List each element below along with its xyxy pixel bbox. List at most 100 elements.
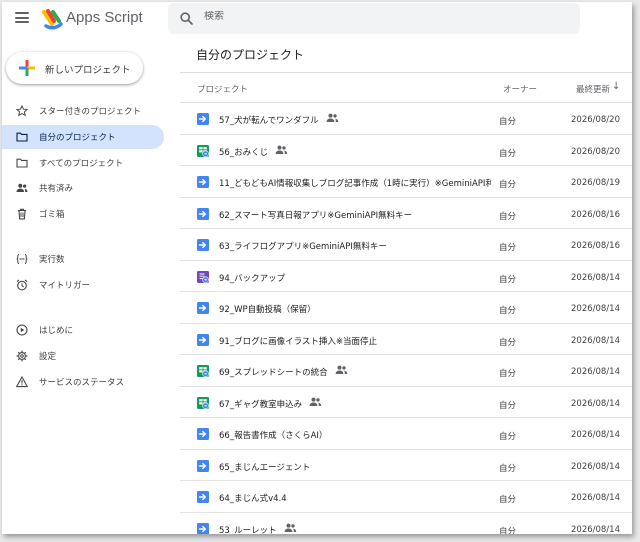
app-title[interactable]: Apps Script [66,9,143,26]
sidebar-item-shared[interactable]: 共有済み [2,176,164,200]
project-owner: 自分 [499,180,517,190]
sidebar-item-label: ゴミ箱 [39,210,65,220]
sidebar-item-label: 共有済み [39,184,74,194]
sidebar-item-label: スター付きのプロジェクト [39,107,142,117]
script-project-icon [197,333,209,346]
project-owner: 自分 [499,274,517,285]
sidebar-item-settings[interactable]: 設定 [2,344,164,368]
table-row[interactable]: 53_ルーレット 自分 2026/08/14 [180,513,632,535]
sidebar-item-executions[interactable]: 実行数 [2,247,164,271]
search-icon[interactable] [180,12,193,25]
table-row[interactable]: 57_犬が転んでワンダフル 自分 2026/08/20 [180,103,632,135]
script-project-icon [197,239,209,251]
shared-people-icon [284,522,297,534]
project-owner: 自分 [499,148,517,159]
column-header-project: プロジェクト [197,85,249,95]
table-row[interactable]: 67_ギャグ教室申込み 自分 2026/08/14 [180,387,632,418]
project-owner: 自分 [499,369,517,379]
table-row[interactable]: 66_報告書作成（さくらAI） 自分 2026/08/14 [180,418,632,450]
main-menu-button[interactable] [15,12,29,23]
sidebar-item-my-projects[interactable]: 自分のプロジェクト [2,125,164,149]
project-last-modified: 2026/08/14 [571,272,620,283]
sidebar-item-starred[interactable]: スター付きのプロジェクト [2,99,164,123]
sidebar-item-label: 実行数 [39,255,65,265]
project-name[interactable]: 53_ルーレット [219,524,277,535]
project-owner: 自分 [499,117,517,127]
project-name[interactable]: 92_WP自動投稿（保留） [219,303,316,315]
sidebar-item-label: 設定 [39,352,57,362]
table-row[interactable]: 64_まじん式v4.4 自分 2026/08/14 [180,481,632,513]
project-name[interactable]: 91_ブログに画像イラスト挿入※当面停止 [219,335,377,347]
script-project-icon [197,428,209,440]
script-project-icon [197,113,209,125]
project-name[interactable]: 57_犬が転んでワンダフル [219,114,319,126]
project-last-modified: 2026/08/14 [571,461,620,472]
script-project-icon [197,459,209,472]
table-row[interactable]: 92_WP自動投稿（保留） 自分 2026/08/14 [180,292,632,324]
table-row[interactable]: 65_まじんエージェント 自分 2026/08/14 [180,450,632,481]
project-last-modified: 2026/08/14 [571,335,620,346]
table-body: 57_犬が転んでワンダフル 自分 2026/08/20 56_おみくじ 自分 2026/0… [180,103,632,534]
project-owner: 自分 [499,400,517,411]
project-last-modified: 2026/08/16 [571,209,620,220]
sidebar-item-label: はじめに [39,326,74,336]
project-owner: 自分 [499,211,517,222]
project-owner: 自分 [499,526,517,535]
project-owner: 自分 [499,463,517,474]
table-row[interactable]: 91_ブログに画像イラスト挿入※当面停止 自分 2026/08/14 [180,324,632,355]
page-title: 自分のプロジェクト [196,48,305,62]
sidebar-item-service-status[interactable]: サービスのステータス [2,370,164,394]
shared-people-icon [275,144,288,156]
column-header-last-modified[interactable]: 最終更新 [576,83,610,95]
script-project-icon [197,302,209,314]
table-row[interactable]: 56_おみくじ 自分 2026/08/20 [180,135,632,166]
shared-people-icon [326,112,339,124]
new-project-button[interactable]: 新しいプロジェクト [6,52,143,84]
sidebar-item-all-projects[interactable]: すべてのプロジェクト [2,151,164,175]
gear-icon [16,350,28,362]
table-row[interactable]: 63_ライフログアプリ※GeminiAPI無料キー 自分 2026/08/16 [180,229,632,261]
project-name[interactable]: 69_スプレッドシートの統合 [219,366,328,378]
project-name[interactable]: 62_スマート写真日報アプリ※GeminiAPI無料キー [219,209,412,221]
project-name[interactable]: 64_まじん式v4.4 [219,492,287,504]
sort-descending-icon[interactable]: ↓ [612,81,620,92]
table-row[interactable]: 11_どもどもAI情報収集しブログ記事作成（1時に実行）※GeminiAPI利.… [180,166,632,198]
script-project-icon [197,176,209,188]
project-last-modified: 2026/08/14 [571,398,620,409]
project-last-modified: 2026/08/14 [571,367,620,377]
sidebar-item-trash[interactable]: ゴミ箱 [2,202,164,226]
table-row[interactable]: 62_スマート写真日報アプリ※GeminiAPI無料キー 自分 2026/08/16 [180,198,632,229]
project-last-modified: 2026/08/14 [571,493,620,503]
project-last-modified: 2026/08/16 [571,241,620,251]
search-input[interactable] [204,11,564,22]
star-icon [16,105,28,117]
table-row[interactable]: 69_スプレッドシートの統合 自分 2026/08/14 [180,355,632,387]
sheets-project-icon [197,144,209,157]
table-row[interactable]: 94_バックアップ 自分 2026/08/14 [180,261,632,292]
sidebar-item-label: すべてのプロジェクト [39,159,124,169]
sidebar-item-getting-started[interactable]: はじめに [2,318,164,342]
project-name[interactable]: 66_報告書作成（さくらAI） [219,429,327,441]
sheets-project-icon [197,396,209,409]
project-name[interactable]: 11_どもどもAI情報収集しブログ記事作成（1時に実行）※GeminiAPI利.… [219,177,491,189]
shared-people-icon [335,364,348,376]
sidebar-item-my-triggers[interactable]: マイトリガー [2,273,164,297]
sidebar-item-label: サービスのステータス [39,378,125,388]
project-owner: 自分 [499,337,517,348]
search-box[interactable] [168,3,580,34]
project-name[interactable]: 56_おみくじ [219,146,268,158]
table-header: プロジェクト オーナー 最終更新 ↓ [180,72,632,103]
plus-icon [19,60,35,76]
project-owner: 自分 [499,432,517,442]
project-name[interactable]: 65_まじんエージェント [219,461,310,473]
project-name[interactable]: 67_ギャグ教室申込み [219,398,302,410]
column-header-owner: オーナー [503,85,538,95]
project-name[interactable]: 94_バックアップ [219,272,285,284]
project-name[interactable]: 63_ライフログアプリ※GeminiAPI無料キー [219,240,387,252]
new-project-label: 新しいプロジェクト [45,65,131,76]
sidebar-item-label: マイトリガー [39,281,91,291]
trash-icon [18,208,26,220]
shared-people-icon [309,396,322,408]
project-owner: 自分 [499,306,517,316]
top-bar: Apps Script [2,2,632,36]
